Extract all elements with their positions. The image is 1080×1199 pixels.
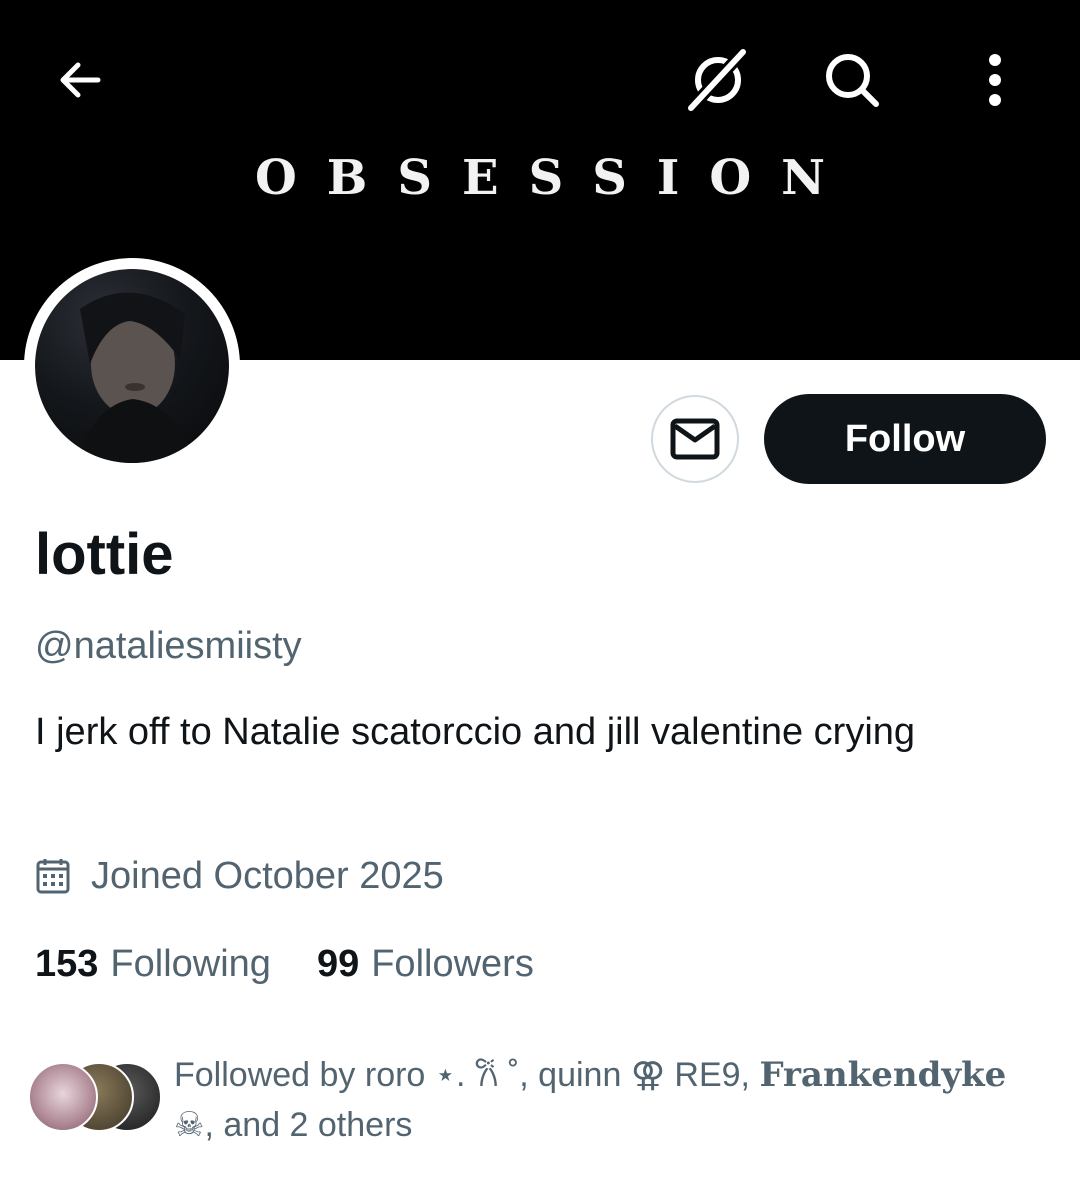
grok-button[interactable] <box>677 40 757 120</box>
back-button[interactable] <box>40 40 120 120</box>
envelope-icon <box>670 418 720 460</box>
user-handle: @nataliesmiisty <box>35 625 302 667</box>
calendar-icon <box>36 859 70 894</box>
followers-link[interactable]: 99 Followers <box>317 938 534 990</box>
joined-date: Joined October 2025 <box>91 854 444 897</box>
profile-stats: 153 Following 99 Followers <box>35 938 534 990</box>
search-button[interactable] <box>812 40 892 120</box>
follow-button[interactable]: Follow <box>764 394 1046 484</box>
display-name: lottie <box>35 522 174 587</box>
profile-avatar[interactable] <box>35 269 229 463</box>
following-link[interactable]: 153 Following <box>35 938 271 990</box>
search-icon <box>826 54 879 107</box>
more-options-button[interactable] <box>955 40 1035 120</box>
followed-by-avatars[interactable] <box>28 1062 162 1132</box>
followed-by-prefix: Followed by roro ⋆. 𐙚 ˚, quinn ⚢ RE9, <box>174 1056 760 1094</box>
banner-title: OBSESSION <box>254 150 856 206</box>
follower-avatar <box>28 1062 98 1132</box>
followers-count: 99 <box>316 943 360 985</box>
followed-by-bold-name: Frankendyke <box>759 1055 1007 1095</box>
back-arrow-icon <box>60 62 101 98</box>
more-vertical-icon <box>989 54 1001 106</box>
following-label: Following <box>110 943 271 985</box>
followed-by-text[interactable]: Followed by roro ⋆. 𐙚 ˚, quinn ⚢ RE9, Fr… <box>174 1050 1034 1150</box>
profile-bio: I jerk off to Natalie scatorccio and jil… <box>35 711 916 753</box>
followers-label: Followers <box>371 943 534 985</box>
message-button[interactable] <box>651 395 739 483</box>
followed-by-suffix: ☠︎, and 2 others <box>174 1106 413 1144</box>
following-count: 153 <box>35 943 99 985</box>
joined-date-row: Joined October 2025 <box>35 850 444 902</box>
grok-icon <box>686 47 748 113</box>
avatar-photo <box>75 292 195 463</box>
